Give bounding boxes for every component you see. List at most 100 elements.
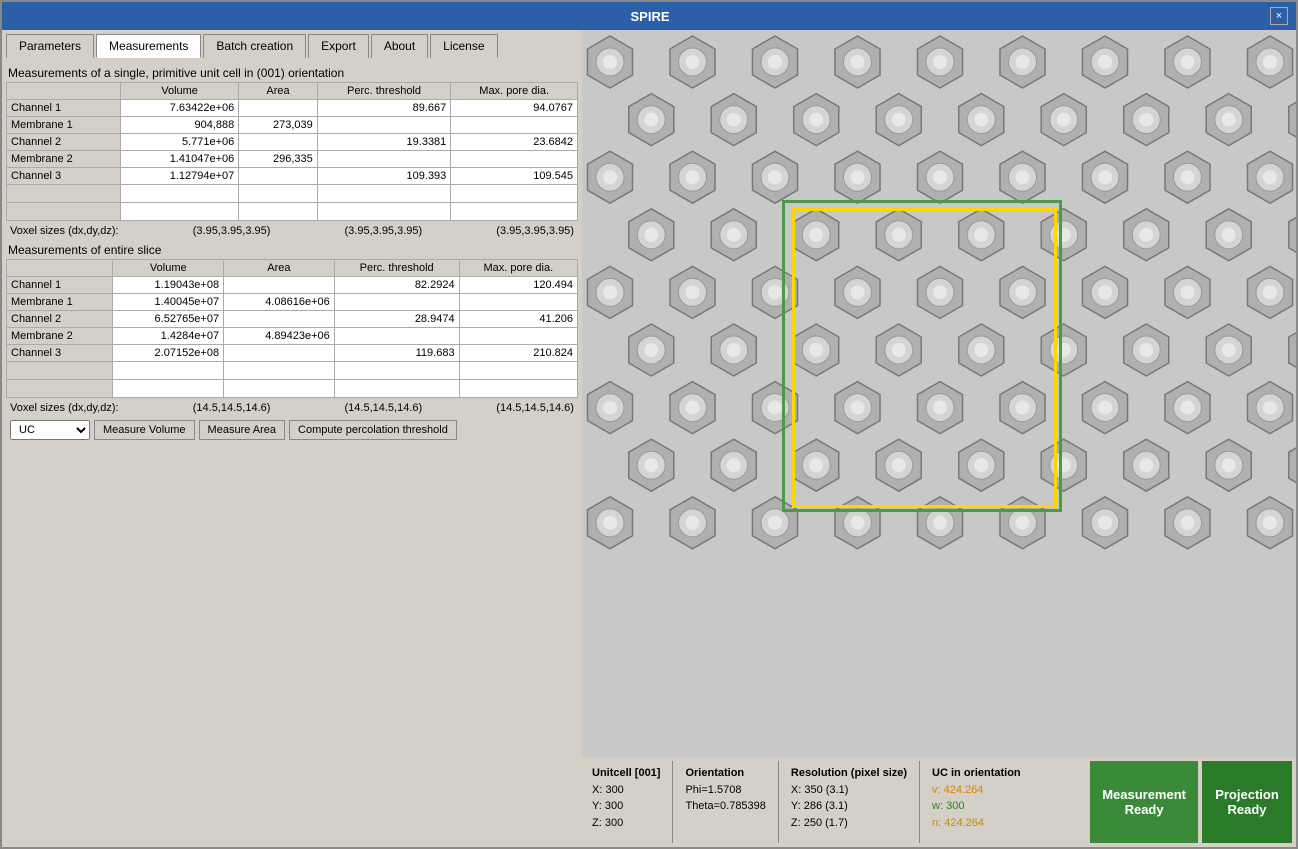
voxel-row-2: Voxel sizes (dx,dy,dz): (14.5,14.5,14.6)… [6, 400, 578, 416]
row-volume: 1.41047e+06 [120, 151, 238, 168]
projection-label: Projection [1215, 787, 1279, 802]
voxel1-val3: (3.95,3.95,3.95) [496, 225, 574, 237]
col2-name [7, 260, 113, 277]
tab-about[interactable]: About [371, 34, 428, 58]
voxel1-val2: (3.95,3.95,3.95) [345, 225, 423, 237]
tab-batch-creation[interactable]: Batch creation [203, 34, 306, 58]
voxel2-label: Voxel sizes (dx,dy,dz): [10, 402, 119, 414]
tab-parameters[interactable]: Parameters [6, 34, 94, 58]
section2-table: Volume Area Perc. threshold Max. pore di… [6, 259, 578, 398]
divider2 [778, 761, 779, 843]
mesh-svg [582, 30, 1296, 757]
row-name: Channel 1 [7, 277, 113, 294]
row-name: Membrane 1 [7, 117, 121, 134]
row-name: Channel 1 [7, 100, 121, 117]
table-row: Channel 1 1.19043e+08 82.2924 120.494 [7, 277, 578, 294]
row-volume: 5.771e+06 [120, 134, 238, 151]
measure-area-button[interactable]: Measure Area [199, 420, 285, 440]
row-area [239, 100, 317, 117]
table-row: Channel 2 6.52765e+07 28.9474 41.206 [7, 311, 578, 328]
tab-export[interactable]: Export [308, 34, 369, 58]
row-perc: 82.2924 [334, 277, 459, 294]
row-name: Channel 2 [7, 311, 113, 328]
row-perc: 28.9474 [334, 311, 459, 328]
row-area: 4.89423e+06 [224, 328, 335, 345]
tab-content: Measurements of a single, primitive unit… [6, 62, 578, 843]
tab-measurements[interactable]: Measurements [96, 34, 201, 58]
row-area [224, 345, 335, 362]
compute-percolation-button[interactable]: Compute percolation threshold [289, 420, 457, 440]
row-maxpore [459, 328, 577, 345]
row-maxpore [451, 151, 578, 168]
row-volume: 6.52765e+07 [113, 311, 224, 328]
table-row [7, 362, 578, 380]
col-name [7, 83, 121, 100]
row-name: Membrane 2 [7, 151, 121, 168]
row-perc [334, 294, 459, 311]
row-area [224, 277, 335, 294]
table-row: Membrane 2 1.41047e+06 296,335 [7, 151, 578, 168]
res-y: Y: 286 (3.1) [791, 798, 907, 815]
resolution-block: Resolution (pixel size) X: 350 (3.1) Y: … [785, 761, 913, 843]
uc-orientation-block: UC in orientation v: 424.264 w: 300 n: 4… [926, 761, 1027, 843]
left-panel: Parameters Measurements Batch creation E… [2, 30, 582, 847]
row-perc: 109.393 [317, 168, 451, 185]
orientation-label: Orientation [685, 765, 765, 782]
tab-license[interactable]: License [430, 34, 497, 58]
uc-orientation-label: UC in orientation [932, 765, 1021, 782]
close-button[interactable]: × [1270, 7, 1288, 25]
col-perc: Perc. threshold [317, 83, 451, 100]
table-row: Channel 3 2.07152e+08 119.683 210.824 [7, 345, 578, 362]
col-area: Area [239, 83, 317, 100]
row-perc [317, 117, 451, 134]
row-area: 273,039 [239, 117, 317, 134]
section2-label: Measurements of entire slice [8, 243, 576, 257]
divider3 [919, 761, 920, 843]
uc-w: w: 300 [932, 798, 1021, 815]
col2-volume: Volume [113, 260, 224, 277]
divider1 [672, 761, 673, 843]
table-row [7, 203, 578, 221]
table-row: Membrane 2 1.4284e+07 4.89423e+06 [7, 328, 578, 345]
row-maxpore: 210.824 [459, 345, 577, 362]
table-row: Membrane 1 1.40045e+07 4.08616e+06 [7, 294, 578, 311]
row-maxpore: 120.494 [459, 277, 577, 294]
orientation-block: Orientation Phi=1.5708 Theta=0.785398 [679, 761, 771, 843]
main-content: Parameters Measurements Batch creation E… [2, 30, 1296, 847]
row-perc: 119.683 [334, 345, 459, 362]
row-volume: 1.12794e+07 [120, 168, 238, 185]
unitcell-z: Z: 300 [592, 815, 660, 832]
bottom-controls: UC Measure Volume Measure Area Compute p… [6, 416, 578, 444]
col-maxpore: Max. pore dia. [451, 83, 578, 100]
window-title: SPIRE [30, 9, 1270, 24]
row-perc: 19.3381 [317, 134, 451, 151]
resolution-label: Resolution (pixel size) [791, 765, 907, 782]
row-area [239, 168, 317, 185]
row-area [224, 311, 335, 328]
col2-area: Area [224, 260, 335, 277]
row-volume: 7.63422e+06 [120, 100, 238, 117]
row-area: 4.08616e+06 [224, 294, 335, 311]
status-bar: Unitcell [001] X: 300 Y: 300 Z: 300 Orie… [582, 757, 1296, 847]
voxel1-label: Voxel sizes (dx,dy,dz): [10, 225, 119, 237]
table-row: Membrane 1 904,888 273,039 [7, 117, 578, 134]
measurement-ready-badge: Measurement Ready [1090, 761, 1198, 843]
phi-value: Phi=1.5708 [685, 782, 765, 799]
col2-perc: Perc. threshold [334, 260, 459, 277]
row-volume: 1.19043e+08 [113, 277, 224, 294]
section1-label: Measurements of a single, primitive unit… [8, 66, 576, 80]
row-maxpore [451, 117, 578, 134]
right-panel: Unitcell [001] X: 300 Y: 300 Z: 300 Orie… [582, 30, 1296, 847]
row-maxpore: 23.6842 [451, 134, 578, 151]
measurement-ready-label: Measurement [1102, 787, 1186, 802]
section1-table: Volume Area Perc. threshold Max. pore di… [6, 82, 578, 221]
uc-n: n: 424.264 [932, 815, 1021, 832]
row-volume: 1.4284e+07 [113, 328, 224, 345]
measure-volume-button[interactable]: Measure Volume [94, 420, 195, 440]
row-maxpore: 41.206 [459, 311, 577, 328]
col-volume: Volume [120, 83, 238, 100]
voxel-row-1: Voxel sizes (dx,dy,dz): (3.95,3.95,3.95)… [6, 223, 578, 239]
row-perc: 89.667 [317, 100, 451, 117]
image-area [582, 30, 1296, 757]
uc-select[interactable]: UC [10, 420, 90, 440]
